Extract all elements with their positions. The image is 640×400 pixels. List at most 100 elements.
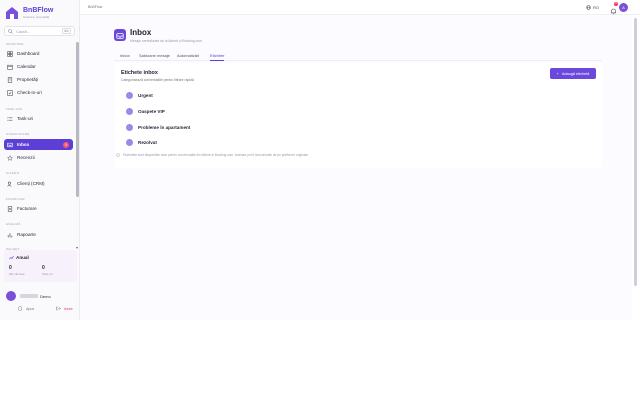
star-icon [7, 154, 13, 161]
label-item[interactable]: Urgent [122, 89, 592, 101]
label-color-dot [126, 107, 133, 115]
users-icon [7, 181, 12, 187]
label-name: Probleme în apartament [138, 124, 191, 130]
moon-icon [18, 306, 23, 311]
sidebar-item-reviews[interactable]: Recenzii [4, 152, 73, 163]
language-switcher[interactable]: RO [586, 3, 599, 12]
scroll-down-arrow-icon[interactable]: ▾ [76, 245, 78, 250]
page-subtitle: Mesaje centralizate de la Airbnb și Book… [130, 39, 202, 43]
search-input[interactable]: Caută... ⌘K [4, 26, 75, 36]
plan-stat: 0 Zile rămase [9, 265, 25, 276]
plus-icon: + [556, 71, 559, 76]
theme-label: Apus [26, 306, 35, 311]
sidebar-item-label: Check-in-uri [17, 90, 42, 95]
sidebar-item-label: Dashboard [17, 51, 40, 56]
tab-automations[interactable]: Automatizări [177, 53, 199, 60]
tab-labels[interactable]: Etichete [210, 53, 225, 61]
plan-stat-label: Zile rămase [9, 272, 25, 276]
section-label-principal: PRINCIPAL [6, 42, 25, 46]
sidebar: BnBFlow Gestiune proprietăți ‹ Caută... … [0, 0, 85, 320]
section-label-financial: FINANCIAR [6, 197, 25, 201]
inbox-badge: 0 [63, 141, 69, 148]
brand-name: BnBFlow [23, 7, 54, 14]
add-label-text: Adaugă etichetă [561, 71, 590, 76]
invoice-icon [7, 205, 13, 212]
checkin-icon [7, 89, 13, 96]
label-item[interactable]: Probleme în apartament [122, 121, 592, 133]
topbar: BnBFlow RO 9 A [80, 0, 640, 15]
tab-message-templates[interactable]: Șabloane mesaje [139, 53, 170, 60]
brand[interactable]: BnBFlow Gestiune proprietăți [5, 6, 53, 20]
avatar [6, 291, 16, 301]
brand-tagline: Gestiune proprietăți [23, 15, 50, 19]
label-item[interactable]: Rezolvat [122, 136, 592, 148]
page-title: Inbox [130, 28, 152, 37]
page-scrollbar[interactable] [634, 18, 637, 286]
plan-stat-value: 0 [9, 265, 12, 271]
sidebar-item-label: Task-uri [17, 116, 34, 121]
info-note-text: Etichetele sunt disponibile doar pentru … [123, 153, 309, 157]
plan-stat: 0 Task-uri [42, 265, 53, 276]
label-color-dot [126, 138, 133, 146]
trend-icon [9, 255, 14, 260]
chart-icon [7, 232, 13, 237]
label-name: Urgent [138, 92, 153, 98]
language-code: RO [593, 5, 599, 10]
sidebar-item-invoicing[interactable]: Facturare [4, 203, 73, 214]
breadcrumb[interactable]: BnBFlow [88, 5, 102, 9]
user-profile[interactable]: Demo [6, 291, 51, 301]
label-color-dot [126, 123, 133, 131]
label-item[interactable]: Oaspete VIP [122, 105, 592, 117]
bell-icon [611, 8, 616, 15]
sidebar-item-dashboard[interactable]: Dashboard [4, 48, 73, 59]
sidebar-item-properties[interactable]: Proprietăți [4, 74, 73, 85]
sidebar-item-checkins[interactable]: Check-in-uri [4, 87, 73, 98]
section-label-communication: COMUNICARE [6, 132, 30, 136]
sidebar-item-label: Clienți (CRM) [17, 181, 45, 186]
sidebar-item-label: Proprietăți [17, 77, 38, 82]
notifications-button[interactable]: 9 [609, 2, 618, 15]
panel-title: Etichete inbox [121, 70, 158, 76]
sidebar-item-label: Rapoarte [17, 232, 36, 237]
grid-icon [7, 50, 13, 57]
building-icon [7, 76, 13, 83]
label-name: Oaspete VIP [138, 108, 165, 114]
search-placeholder: Caută... [16, 28, 31, 34]
calendar-icon [7, 64, 13, 70]
plan-card: Anual 0 Zile rămase 0 Task-uri [4, 250, 77, 282]
info-note: Etichetele sunt disponibile doar pentru … [116, 153, 309, 157]
house-logo-icon [6, 7, 18, 19]
tasks-icon [7, 116, 13, 121]
tab-bar: Inbox Șabloane mesaje Automatizări Etich… [114, 51, 602, 61]
sidebar-item-label: Inbox [17, 142, 30, 147]
logout-button[interactable]: Ieșire [56, 306, 73, 311]
plan-stat-value: 0 [42, 265, 45, 271]
sidebar-item-label: Calendar [17, 64, 36, 69]
main-content: Inbox Mesaje centralizate de la Airbnb ș… [80, 15, 632, 320]
label-name: Rezolvat [138, 139, 157, 145]
sidebar-item-tasks[interactable]: Task-uri [4, 113, 73, 124]
sidebar-scrollbar[interactable] [76, 42, 79, 197]
section-label-tasks: TASK-URI [6, 107, 23, 111]
sidebar-item-inbox[interactable]: Inbox 0 [4, 139, 73, 150]
tab-inbox[interactable]: Inbox [120, 53, 130, 60]
panel-subtitle: Categorisează conversațiile pentru filtr… [121, 78, 194, 82]
search-icon [8, 28, 13, 34]
theme-toggle[interactable]: Apus [18, 306, 34, 311]
label-color-dot [126, 91, 133, 99]
plan-title: Anual [16, 255, 29, 260]
logout-label: Ieșire [64, 306, 73, 311]
sidebar-item-reports[interactable]: Rapoarte [4, 229, 73, 240]
add-label-button[interactable]: + Adaugă etichetă [550, 68, 596, 79]
sidebar-item-crm[interactable]: Clienți (CRM) [4, 178, 73, 189]
inbox-icon [114, 29, 126, 41]
user-name: Demo [40, 293, 51, 299]
section-label-analysis: ANALIZĂ [6, 222, 21, 226]
plan-stat-label: Task-uri [42, 272, 53, 276]
notification-count: 9 [614, 2, 618, 6]
sidebar-item-calendar[interactable]: Calendar [4, 61, 73, 72]
search-shortcut: ⌘K [61, 28, 71, 34]
sidebar-item-label: Recenzii [17, 155, 35, 160]
avatar[interactable]: A [619, 3, 628, 12]
info-icon [116, 153, 120, 157]
